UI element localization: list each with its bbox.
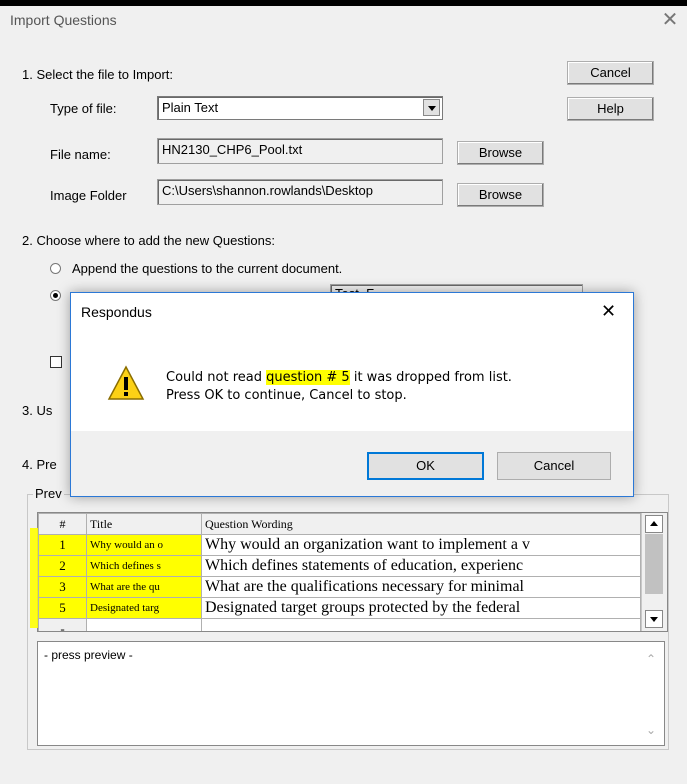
row-num: 1 — [38, 534, 87, 556]
ok-button[interactable]: OK — [367, 452, 484, 480]
warning-icon — [107, 365, 145, 400]
step1-heading: 1. Select the file to Import: — [22, 67, 174, 82]
top-edge — [0, 0, 687, 6]
textarea-scroll-up-icon[interactable]: ⌃ — [646, 652, 656, 666]
new-doc-radio[interactable] — [50, 290, 61, 301]
preview-table-container: # Title Question Wording 1 Why would an … — [37, 512, 668, 632]
row-num: 3 — [38, 576, 87, 598]
row-title: Designated targ — [86, 597, 202, 619]
browse-image-button[interactable]: Browse — [457, 183, 544, 207]
step2-heading: 2. Choose where to add the new Questions… — [22, 233, 275, 248]
row-num: 2 — [38, 555, 87, 577]
dialog-message-line2: Press OK to continue, Cancel to stop. — [166, 388, 407, 403]
chevron-down-icon[interactable] — [423, 99, 440, 116]
row-num: 5 — [38, 597, 87, 619]
dialog-message-line1: Could not read question # 5 it was dropp… — [166, 370, 512, 385]
col-header-wording[interactable]: Question Wording — [201, 513, 641, 535]
row-wording: Which defines statements of education, e… — [201, 555, 641, 577]
dialog-button-bar: OK Cancel — [71, 431, 633, 496]
image-folder-label: Image Folder — [50, 188, 127, 203]
dialog-close-icon[interactable]: ✕ — [601, 301, 616, 322]
append-radio[interactable] — [50, 263, 61, 274]
row-num: - — [38, 618, 87, 631]
type-of-file-select[interactable]: Plain Text — [157, 96, 443, 120]
table-row[interactable]: 5 Designated targ Designated target grou… — [38, 597, 641, 619]
row-wording: What are the qualifications necessary fo… — [201, 576, 641, 598]
step4-heading: 4. Pre — [22, 457, 57, 472]
col-header-title[interactable]: Title — [86, 513, 202, 535]
append-label: Append the questions to the current docu… — [72, 261, 343, 276]
row-title: What are the qu — [86, 576, 202, 598]
table-row[interactable]: 3 What are the qu What are the qualifica… — [38, 576, 641, 598]
highlight-mark — [30, 528, 38, 628]
respondus-dialog: Respondus ✕ Could not read question # 5 … — [70, 292, 634, 497]
image-folder-field[interactable]: C:\Users\shannon.rowlands\Desktop — [157, 179, 443, 205]
table-header-row: # Title Question Wording — [38, 513, 641, 535]
dialog-title: Respondus — [81, 304, 152, 320]
help-button[interactable]: Help — [567, 97, 654, 121]
message-text: it was dropped from list. — [349, 370, 512, 385]
message-highlight: question # 5 — [266, 370, 350, 385]
file-name-label: File name: — [50, 147, 111, 162]
table-row[interactable]: - — [38, 618, 641, 631]
window-title: Import Questions — [10, 12, 117, 28]
preview-textarea[interactable]: - press preview - ⌃ ⌄ — [37, 641, 665, 746]
scroll-thumb[interactable] — [645, 534, 663, 594]
file-name-field[interactable]: HN2130_CHP6_Pool.txt — [157, 138, 443, 164]
scroll-up-icon[interactable] — [645, 515, 663, 533]
row-title: Why would an o — [86, 534, 202, 556]
preview-table: # Title Question Wording 1 Why would an … — [38, 513, 641, 631]
col-header-num[interactable]: # — [38, 513, 87, 535]
step3-heading: 3. Us — [22, 403, 53, 418]
scroll-down-icon[interactable] — [645, 610, 663, 628]
type-of-file-label: Type of file: — [50, 101, 117, 116]
table-scrollbar[interactable] — [641, 513, 667, 631]
option-checkbox[interactable] — [50, 356, 62, 368]
preview-text: - press preview - — [44, 648, 133, 662]
row-wording: Why would an organization want to implem… — [201, 534, 641, 556]
window-close-icon[interactable]: ✕ — [660, 10, 680, 30]
dialog-cancel-button[interactable]: Cancel — [497, 452, 611, 480]
browse-file-button[interactable]: Browse — [457, 141, 544, 165]
textarea-scroll-down-icon[interactable]: ⌄ — [646, 723, 656, 737]
row-wording: Designated target groups protected by th… — [201, 597, 641, 619]
cancel-button[interactable]: Cancel — [567, 61, 654, 85]
row-title: Which defines s — [86, 555, 202, 577]
preview-group-label: Prev — [33, 486, 64, 501]
type-of-file-value: Plain Text — [162, 100, 219, 115]
row-wording — [201, 618, 641, 631]
row-title — [86, 618, 202, 631]
message-text: Could not read — [166, 370, 267, 385]
table-row[interactable]: 2 Which defines s Which defines statemen… — [38, 555, 641, 577]
table-row[interactable]: 1 Why would an o Why would an organizati… — [38, 534, 641, 556]
